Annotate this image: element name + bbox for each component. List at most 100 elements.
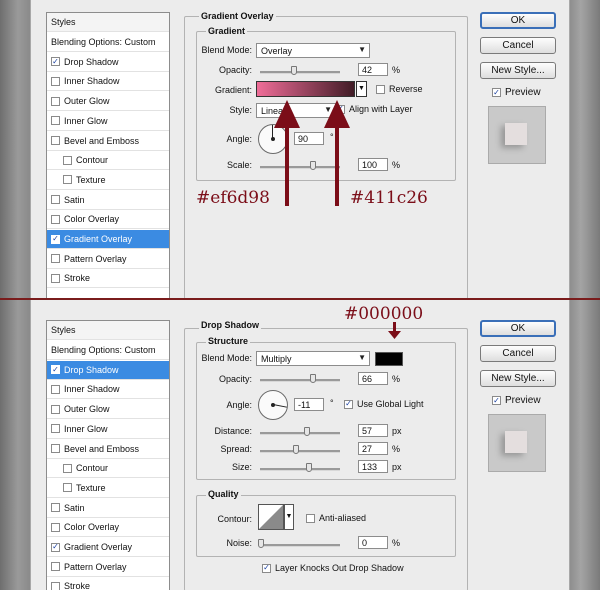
checkbox[interactable]: ✓ [344, 399, 353, 409]
checkbox[interactable] [51, 503, 60, 513]
checkbox[interactable] [51, 384, 60, 394]
checkbox[interactable]: ✓ [51, 365, 60, 375]
style-item-color-overlay[interactable]: Color Overlay [47, 518, 169, 538]
new-style-button[interactable]: New Style... [480, 370, 556, 387]
shadow-color-swatch[interactable] [375, 352, 403, 366]
contour-dropdown-button[interactable]: ▼ [284, 504, 294, 530]
noise-label: Noise: [226, 538, 252, 548]
spread-input[interactable]: 27 [358, 442, 388, 455]
knockout-label: Layer Knocks Out Drop Shadow [275, 563, 404, 573]
style-item-satin[interactable]: Satin [47, 499, 169, 518]
quality-title: Quality [206, 489, 241, 499]
style-item-label: Contour [76, 463, 109, 474]
style-item-inner-glow[interactable]: Inner Glow [47, 420, 169, 439]
distance-slider[interactable] [260, 427, 340, 436]
checkbox[interactable] [51, 522, 60, 532]
blend-mode-label: Blend Mode: [201, 353, 252, 363]
blend-mode-select[interactable]: Multiply ▼ [256, 351, 370, 366]
checkbox[interactable] [63, 463, 72, 473]
group-title: Structure [206, 336, 251, 346]
contour-picker[interactable] [258, 504, 284, 530]
size-input[interactable]: 133 [358, 460, 388, 473]
style-item-blending-options-custom[interactable]: Blending Options: Custom [47, 341, 169, 360]
checkbox[interactable] [63, 483, 72, 493]
style-item-drop-shadow[interactable]: ✓ Drop Shadow [47, 360, 169, 380]
style-item-label: Color Overlay [64, 522, 120, 533]
size-slider[interactable] [260, 463, 340, 472]
spread-slider-thumb[interactable] [293, 445, 299, 454]
style-item-label: Texture [76, 482, 106, 493]
annotation-arrow-down [388, 322, 401, 339]
angle-dial[interactable] [258, 390, 288, 420]
style-item-outer-glow[interactable]: Outer Glow [47, 400, 169, 420]
checkbox[interactable] [51, 562, 60, 572]
angle-input[interactable]: -11 [294, 398, 324, 411]
px-unit: px [392, 462, 402, 472]
checkbox[interactable]: ✓ [51, 542, 60, 552]
anti-aliased-label: Anti-aliased [319, 513, 367, 523]
arrow-head-right [324, 100, 350, 128]
annotation-start-color: #ef6d98 [196, 188, 270, 208]
style-item-label: Inner Glow [64, 423, 108, 434]
angle-label: Angle: [226, 400, 252, 410]
chevron-down-icon: ▼ [285, 513, 293, 520]
checkbox[interactable]: ✓ [262, 563, 271, 573]
cancel-button[interactable]: Cancel [480, 345, 556, 362]
opacity-input[interactable]: 66 [358, 372, 388, 385]
styles-header[interactable]: Styles [47, 321, 169, 340]
style-item-label: Bevel and Emboss [64, 443, 140, 454]
style-item-stroke[interactable]: Stroke [47, 577, 169, 590]
arrow-shaft-left [285, 120, 289, 206]
contour-label: Contour: [217, 514, 252, 524]
ok-button[interactable]: OK [480, 320, 556, 337]
blend-mode-value: Multiply [261, 354, 292, 364]
window-edge-left [0, 300, 30, 590]
size-label: Size: [231, 462, 252, 472]
noise-slider[interactable] [258, 539, 340, 548]
checkbox[interactable]: ✓ [492, 396, 501, 405]
style-item-label: Inner Shadow [64, 384, 120, 395]
style-item-pattern-overlay[interactable]: Pattern Overlay [47, 558, 169, 577]
style-item-bevel-and-emboss[interactable]: Bevel and Emboss [47, 440, 169, 459]
use-global-light-checkbox[interactable]: ✓ Use Global Light [344, 399, 424, 409]
spread-slider[interactable] [260, 445, 340, 454]
size-slider-thumb[interactable] [306, 463, 312, 472]
distance-slider-thumb[interactable] [304, 427, 310, 436]
checkbox[interactable] [51, 404, 60, 414]
checkbox[interactable] [51, 444, 60, 453]
chevron-down-icon: ▼ [358, 353, 366, 362]
arrow-head-left [274, 100, 300, 128]
style-item-contour[interactable]: Contour [47, 459, 169, 479]
global-light-label: Use Global Light [357, 399, 424, 409]
checkbox[interactable] [51, 424, 60, 434]
checkbox[interactable] [51, 581, 60, 590]
opacity-label: Opacity: [218, 374, 252, 384]
annotation-shadow-color: #000000 [344, 304, 424, 324]
noise-input[interactable]: 0 [358, 536, 388, 549]
styles-list: Styles Blending Options: Custom ✓ Drop Shad… [46, 320, 170, 590]
layer-knocks-out-checkbox[interactable]: ✓ Layer Knocks Out Drop Shadow [262, 563, 404, 573]
distance-label: Distance: [214, 426, 252, 436]
style-item-label: Gradient Overlay [64, 542, 133, 552]
window-edge-right [568, 300, 600, 590]
px-unit: px [392, 426, 402, 436]
style-item-gradient-overlay[interactable]: ✓ Gradient Overlay [47, 538, 169, 557]
style-item-texture[interactable]: Texture [47, 479, 169, 498]
preview-checkbox[interactable]: ✓ Preview [492, 395, 541, 406]
opacity-slider[interactable] [260, 374, 340, 383]
percent-sign: % [392, 374, 401, 384]
arrow-shaft-right [335, 120, 339, 206]
noise-slider-thumb[interactable] [258, 539, 264, 548]
style-item-label: Blending Options: Custom [51, 345, 156, 355]
percent-sign: % [392, 444, 401, 454]
opacity-slider-thumb[interactable] [309, 374, 316, 383]
preview-thumbnail [488, 414, 546, 472]
gradient-overlay-dialog: Styles Blending Options: Custom ✓ Drop Shad… [0, 0, 600, 298]
distance-input[interactable]: 57 [358, 424, 388, 437]
anti-aliased-checkbox[interactable]: Anti-aliased [306, 513, 366, 523]
style-item-label: Stroke [64, 581, 91, 590]
checkbox[interactable] [306, 513, 315, 523]
angle-needle [273, 404, 287, 408]
style-item-label: Outer Glow [64, 404, 110, 415]
style-item-inner-shadow[interactable]: Inner Shadow [47, 380, 169, 400]
